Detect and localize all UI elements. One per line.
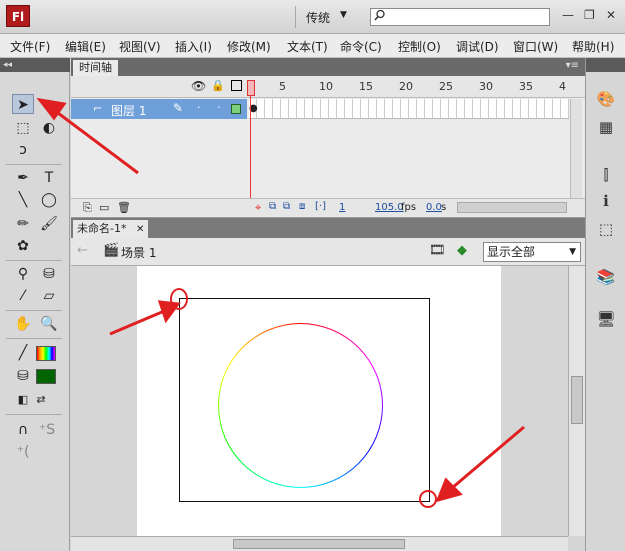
annotation-arrow xyxy=(109,310,163,336)
annotation-arrow xyxy=(451,425,525,490)
annotation-circle xyxy=(419,490,437,508)
annotation-circle xyxy=(170,288,188,310)
annotation-overlay xyxy=(36,97,525,503)
annotation-arrow xyxy=(53,108,139,175)
